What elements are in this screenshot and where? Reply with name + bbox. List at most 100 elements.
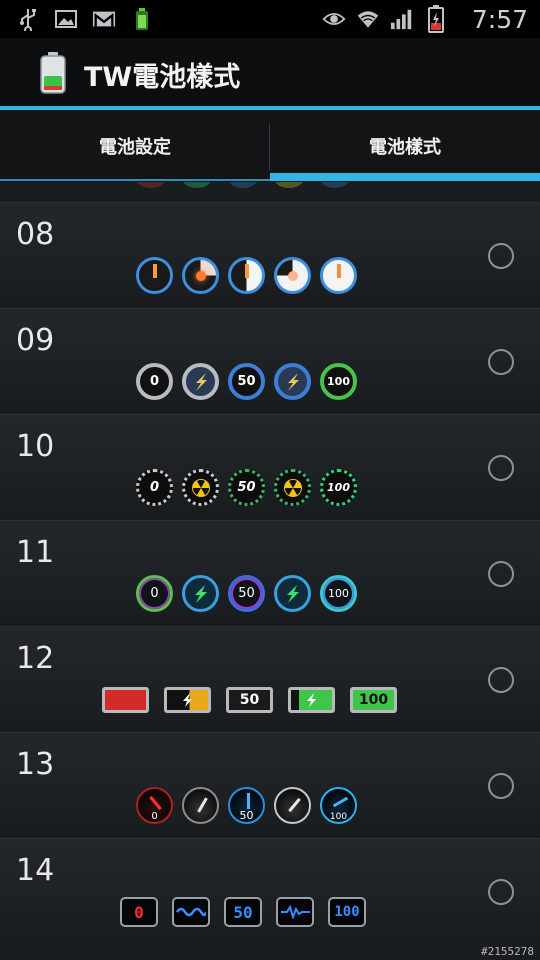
level-label: 100 <box>327 481 350 494</box>
style-radio-10[interactable] <box>488 455 514 481</box>
style-number: 08 <box>16 217 55 252</box>
signal-icon <box>390 7 414 31</box>
previous-row-peek <box>0 182 540 202</box>
style-list[interactable]: 08 09 0 50 100 10 0 50 100 11 0 50 100 1… <box>0 182 540 960</box>
gauge-icon: 0 <box>136 787 173 824</box>
tab-bar: 電池設定 電池樣式 <box>0 110 540 182</box>
battery-charging-bar-icon <box>288 687 335 713</box>
level-label: 50 <box>237 374 256 389</box>
style-row-08[interactable]: 08 <box>0 202 540 308</box>
level-label: 100 <box>328 587 349 600</box>
lightning-icon <box>182 363 219 400</box>
dial-icon <box>274 257 311 294</box>
style-number: 09 <box>16 323 55 358</box>
level-label: 50 <box>237 480 256 495</box>
radiation-icon <box>182 469 219 506</box>
style-preview: 0 50 100 <box>136 469 357 506</box>
lcd-wave-icon <box>276 897 314 927</box>
usb-icon <box>16 7 40 31</box>
style-radio-12[interactable] <box>488 667 514 693</box>
lightning-icon <box>274 575 311 612</box>
style-preview: 0 50 100 <box>136 363 357 400</box>
tab-underline <box>0 179 270 181</box>
level-label: 0 <box>149 480 160 495</box>
action-bar: TW電池樣式 <box>0 38 540 106</box>
level-label: 50 <box>239 809 254 822</box>
gauge-icon: 100 <box>320 787 357 824</box>
style-radio-13[interactable] <box>488 773 514 799</box>
style-row-09[interactable]: 09 0 50 100 <box>0 308 540 414</box>
app-title: TW電池樣式 <box>84 62 241 93</box>
style-radio-08[interactable] <box>488 243 514 269</box>
style-row-14[interactable]: 14 0 50 100 <box>0 838 540 944</box>
lightning-icon <box>274 363 311 400</box>
ring-icon: 50 <box>228 363 265 400</box>
style-number: 11 <box>16 535 55 570</box>
style-preview: 0 50 100 <box>120 893 366 927</box>
style-radio-09[interactable] <box>488 349 514 375</box>
style-preview: 0 50 100 <box>136 787 357 824</box>
status-bar: 7:57 <box>0 0 540 38</box>
battery-bar-icon: 100 <box>350 687 397 713</box>
gmail-icon <box>92 7 116 31</box>
eye-icon <box>322 7 346 31</box>
tab-battery-settings[interactable]: 電池設定 <box>0 110 270 182</box>
style-row-10[interactable]: 10 0 50 100 <box>0 414 540 520</box>
lcd-wave-icon <box>172 897 210 927</box>
level-label: 100 <box>327 375 350 388</box>
image-icon <box>54 7 78 31</box>
neon-ring-icon: 100 <box>320 575 357 612</box>
tab-divider <box>269 124 270 170</box>
lcd-digit-icon: 100 <box>328 897 366 927</box>
wifi-icon <box>356 7 380 31</box>
battery-charging-bar-icon <box>164 687 211 713</box>
tab-battery-styles[interactable]: 電池樣式 <box>270 110 540 182</box>
level-label: 50 <box>233 902 253 922</box>
battery-charging-icon <box>424 5 448 33</box>
dotted-ring-icon: 50 <box>228 469 265 506</box>
ring-icon: 0 <box>136 363 173 400</box>
style-row-12[interactable]: 12 50 100 <box>0 626 540 732</box>
style-radio-11[interactable] <box>488 561 514 587</box>
style-number: 14 <box>16 853 55 888</box>
watermark: #2155278 <box>481 945 534 958</box>
style-number: 13 <box>16 747 55 782</box>
level-label: 100 <box>329 812 348 822</box>
style-radio-14[interactable] <box>488 879 514 905</box>
dial-icon <box>320 257 357 294</box>
level-label: 100 <box>358 692 389 708</box>
battery-bar-icon: 50 <box>226 687 273 713</box>
lcd-digit-icon: 50 <box>224 897 262 927</box>
battery-bar-icon <box>102 687 149 713</box>
level-label: 50 <box>238 586 255 601</box>
level-label: 100 <box>334 904 360 920</box>
style-preview: 50 100 <box>102 681 397 713</box>
tab-selected-indicator <box>270 173 540 181</box>
style-preview <box>136 257 357 294</box>
level-label: 0 <box>134 902 144 922</box>
style-number: 10 <box>16 429 55 464</box>
ring-icon: 100 <box>320 363 357 400</box>
neon-ring-icon: 50 <box>228 575 265 612</box>
dial-icon <box>136 257 173 294</box>
battery-app-icon <box>130 7 154 31</box>
style-row-11[interactable]: 11 0 50 100 <box>0 520 540 626</box>
clock: 7:57 <box>471 4 528 34</box>
style-row-13[interactable]: 13 0 50 100 <box>0 732 540 838</box>
style-preview: 0 50 100 <box>136 575 357 612</box>
level-label: 0 <box>151 811 158 822</box>
level-label: 0 <box>149 374 160 389</box>
gauge-icon: 50 <box>228 787 265 824</box>
radiation-icon <box>274 469 311 506</box>
lightning-icon <box>182 575 219 612</box>
app-battery-icon <box>38 52 68 94</box>
dial-icon <box>182 257 219 294</box>
gauge-icon <box>274 787 311 824</box>
gauge-icon <box>182 787 219 824</box>
dotted-ring-icon: 100 <box>320 469 357 506</box>
lcd-digit-icon: 0 <box>120 897 158 927</box>
level-label: 0 <box>150 586 159 601</box>
dotted-ring-icon: 0 <box>136 469 173 506</box>
level-label: 50 <box>239 692 260 708</box>
style-number: 12 <box>16 641 55 676</box>
